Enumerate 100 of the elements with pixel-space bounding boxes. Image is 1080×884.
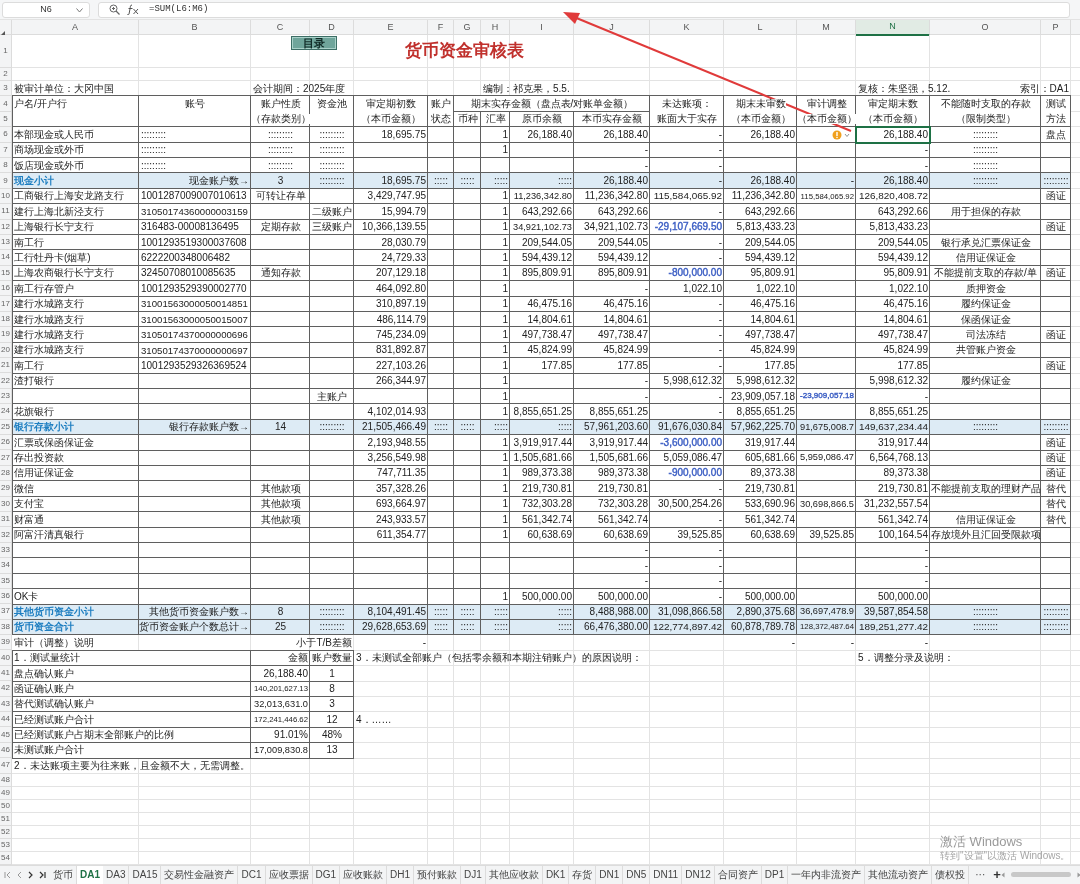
table-cell: 花旗银行: [14, 406, 54, 417]
column-header[interactable]: P: [1041, 20, 1071, 36]
table-cell: -: [718, 591, 722, 602]
table-cell: -: [644, 160, 648, 171]
previous-sheet-icon[interactable]: [17, 870, 22, 879]
next-sheet-icon[interactable]: [28, 870, 33, 879]
sheet-tab[interactable]: 合同资产: [714, 865, 762, 884]
sheet-tab[interactable]: 一年内非流资产: [788, 865, 866, 884]
sheet-tab[interactable]: DC1: [238, 865, 266, 884]
add-sheet-button[interactable]: +: [993, 868, 1001, 882]
column-heading: 期末未审数: [735, 99, 786, 110]
row-number[interactable]: 11: [0, 204, 12, 220]
scroll-right-icon[interactable]: [1076, 871, 1080, 878]
row-number[interactable]: 14: [0, 250, 12, 266]
column-header[interactable]: O: [930, 20, 1041, 36]
column-header[interactable]: H: [481, 20, 510, 36]
column-header[interactable]: K: [650, 20, 724, 36]
sheet-tab[interactable]: DJ1: [461, 865, 486, 884]
column-heading: 账号: [185, 99, 205, 110]
sheet-tab[interactable]: 应收票据: [265, 865, 313, 884]
warning-icon[interactable]: [832, 129, 852, 140]
row-number[interactable]: 16: [0, 281, 12, 297]
row-number[interactable]: 2: [0, 68, 12, 81]
sheet-tab[interactable]: DN11: [650, 865, 683, 884]
row-number[interactable]: 40: [0, 650, 12, 666]
column-heading: 原币余额: [522, 114, 562, 125]
row-number[interactable]: 19: [0, 327, 12, 343]
table-cell: 26,188.40: [603, 129, 648, 140]
toc-button[interactable]: 目录: [291, 36, 337, 50]
row-number[interactable]: 4: [0, 96, 12, 112]
column-header[interactable]: D: [310, 20, 354, 36]
column-header[interactable]: F: [428, 20, 454, 36]
column-header[interactable]: L: [724, 20, 797, 36]
scroll-left-icon[interactable]: [1000, 871, 1005, 878]
sheet-tab[interactable]: DH1: [387, 865, 415, 884]
row-number[interactable]: 32: [0, 527, 12, 543]
sheet-tab[interactable]: DP1: [761, 865, 789, 884]
table-cell: 89,373.38: [883, 468, 928, 479]
column-heading: 户名/开户行: [14, 99, 67, 110]
row-number[interactable]: 22: [0, 373, 12, 389]
table-cell: 1: [502, 268, 508, 279]
sheet-tab[interactable]: DA1: [77, 865, 103, 884]
active-cell[interactable]: 26,188.40: [856, 127, 930, 143]
row-number[interactable]: 37: [0, 604, 12, 620]
sheet-tab[interactable]: DN1: [596, 865, 624, 884]
table-cell: -: [644, 376, 648, 387]
row-number[interactable]: 17: [0, 296, 12, 312]
last-sheet-icon[interactable]: [39, 870, 46, 879]
sheet-tab[interactable]: 其他流动资产: [865, 865, 933, 884]
row-number[interactable]: 34: [0, 558, 12, 574]
dropdown-caret-icon[interactable]: [76, 7, 83, 13]
row-number[interactable]: 3: [0, 81, 12, 97]
sheet-tab[interactable]: 债权投: [932, 865, 970, 884]
row-number[interactable]: 42: [0, 681, 12, 697]
column-header[interactable]: B: [139, 20, 251, 36]
sheet-tab[interactable]: DN12: [682, 865, 715, 884]
sheet-tab[interactable]: 其他应收款: [485, 865, 543, 884]
sheet-tab[interactable]: 应收账款: [340, 865, 388, 884]
sheet-tab[interactable]: DG1: [312, 865, 341, 884]
row-number[interactable]: 6: [0, 127, 12, 143]
row-number[interactable]: 39: [0, 635, 12, 651]
horizontal-scrollbar[interactable]: [1010, 872, 1071, 878]
note-text: 已经测试账户合计: [14, 714, 94, 725]
table-cell: 895,809.91: [597, 268, 648, 279]
row-number[interactable]: 47: [0, 758, 12, 774]
column-header[interactable]: G: [454, 20, 481, 36]
table-cell: 1,022.10: [756, 283, 795, 294]
table-cell: -: [644, 560, 648, 571]
table-cell: 732,303.28: [597, 499, 648, 510]
sheet-tab[interactable]: DN5: [623, 865, 651, 884]
column-header[interactable]: N: [856, 20, 930, 36]
sheet-tab[interactable]: DA15: [129, 865, 162, 884]
table-cell: 126,820,408.72: [859, 191, 928, 202]
more-tabs-button[interactable]: ···: [975, 867, 986, 883]
first-sheet-icon[interactable]: [4, 870, 11, 879]
sheet-tab[interactable]: 预付账款: [414, 865, 462, 884]
table-cell: 500,000.00: [744, 591, 795, 602]
zoom-icon[interactable]: [109, 4, 120, 15]
row-number[interactable]: 44: [0, 712, 12, 728]
column-header[interactable]: E: [354, 20, 428, 36]
select-all-icon[interactable]: [0, 30, 5, 36]
row-number[interactable]: 9: [0, 173, 12, 189]
row-number[interactable]: 27: [0, 450, 12, 466]
table-cell: 31,098,866.58: [658, 606, 722, 617]
name-box[interactable]: N6: [2, 1, 90, 18]
column-header[interactable]: A: [12, 20, 139, 36]
row-number[interactable]: 21: [0, 358, 12, 374]
sheet-tab[interactable]: 存货: [569, 865, 597, 884]
table-cell: 1: [502, 345, 508, 356]
row-number[interactable]: 24: [0, 404, 12, 420]
sheet-tab[interactable]: DA3: [103, 865, 130, 884]
column-header[interactable]: C: [251, 20, 310, 36]
row-number[interactable]: 1: [0, 35, 12, 68]
row-number[interactable]: 29: [0, 481, 12, 497]
sheet-tab[interactable]: 交易性金融资产: [161, 865, 239, 884]
sheet-tab[interactable]: DK1: [542, 865, 570, 884]
formula-field[interactable]: =SUM(L6:M6): [98, 1, 1070, 18]
table-cell: :::::::::: [319, 606, 345, 617]
row-number[interactable]: 45: [0, 727, 12, 743]
function-icon[interactable]: [126, 4, 139, 15]
